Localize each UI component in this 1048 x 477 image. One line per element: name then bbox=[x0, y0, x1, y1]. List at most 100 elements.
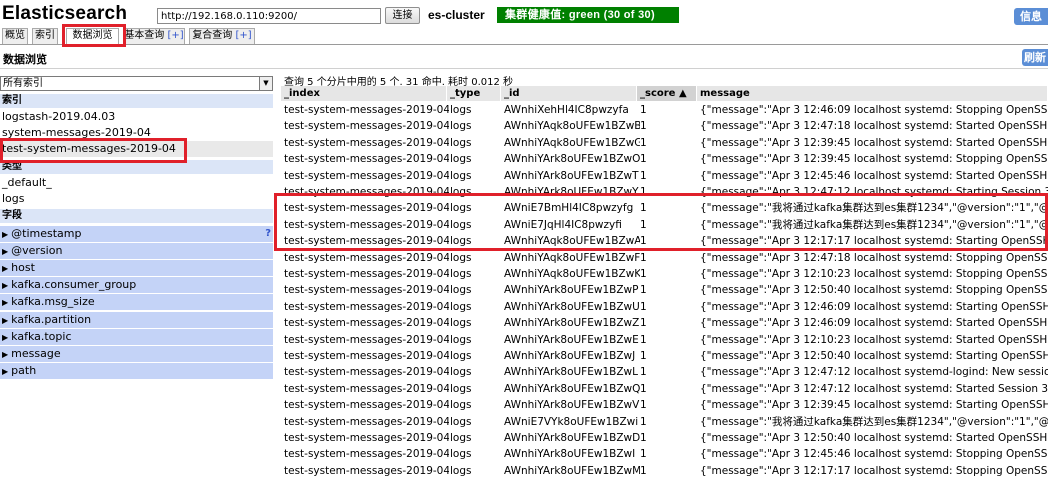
info-button[interactable]: 信息 bbox=[1014, 8, 1048, 25]
table-cell: AWnhiYAqk8oUFEw1BZwG bbox=[504, 136, 640, 149]
table-cell: logs bbox=[450, 136, 472, 149]
table-cell: test-system-messages-2019-04 bbox=[284, 448, 449, 461]
table-cell: 1 bbox=[640, 366, 647, 379]
table-row[interactable]: test-system-messages-2019-04 logs AWnhiYAr… bbox=[281, 381, 1048, 397]
table-cell: logs bbox=[450, 350, 472, 362]
table-cell: {"message":"Apr 3 12:46:09 localhost sys… bbox=[700, 300, 1048, 313]
table-row[interactable]: test-system-messages-2019-04 logs AWnhiYAr… bbox=[281, 364, 1048, 380]
table-cell: logs bbox=[450, 448, 472, 461]
table-cell: AWnhiYArk8oUFEw1BZwE bbox=[504, 333, 639, 346]
sidebar-index-item-selected[interactable]: test-system-messages-2019-04 bbox=[0, 141, 273, 157]
table-row[interactable]: test-system-messages-2019-04 logs AWnhiYAr… bbox=[281, 463, 1048, 477]
table-row[interactable]: test-system-messages-2019-04 logs AWnhiYAr… bbox=[281, 282, 1048, 298]
table-row[interactable]: test-system-messages-2019-04 logs AWniE7VY… bbox=[281, 414, 1048, 430]
sidebar-field-item[interactable]: ▶ host bbox=[0, 260, 273, 276]
app-title: Elasticsearch bbox=[2, 3, 128, 24]
table-row[interactable]: test-system-messages-2019-04 logs AWnhiYAr… bbox=[281, 151, 1048, 167]
table-cell: AWnhiYArk8oUFEw1BZwP bbox=[504, 284, 639, 297]
tab-indices[interactable]: 索引 bbox=[32, 28, 58, 44]
column-header-score[interactable]: _score ▲ bbox=[637, 86, 697, 101]
column-header-index[interactable]: _index bbox=[281, 86, 447, 101]
table-row[interactable]: test-system-messages-2019-04 logs AWnhiYAq… bbox=[281, 233, 1048, 249]
tab-overview[interactable]: 概览 bbox=[2, 28, 28, 44]
sidebar-field-item[interactable]: ▶ kafka.topic bbox=[0, 329, 273, 345]
table-cell: logs bbox=[450, 382, 472, 395]
table-cell: logs bbox=[450, 464, 472, 477]
table-cell: test-system-messages-2019-04 bbox=[284, 300, 449, 313]
table-row[interactable]: test-system-messages-2019-04 logs AWniE7Jq… bbox=[281, 217, 1048, 233]
types-section-label: 类型 bbox=[0, 160, 273, 174]
tab-basic-query[interactable]: 基本查询 [+] bbox=[123, 28, 185, 44]
table-row[interactable]: test-system-messages-2019-04 logs AWnhiYAr… bbox=[281, 315, 1048, 331]
tab-data-browser[interactable]: 数据浏览 bbox=[66, 28, 119, 45]
table-cell: {"message":"Apr 3 12:46:09 localhost sys… bbox=[700, 104, 1048, 116]
table-cell: {"message":"Apr 3 12:47:12 localhost sys… bbox=[700, 366, 1048, 379]
table-cell: 1 bbox=[640, 350, 647, 362]
sidebar-index-item[interactable]: logstash-2019.04.03 bbox=[0, 109, 273, 125]
table-cell: logs bbox=[450, 202, 472, 215]
table-row[interactable]: test-system-messages-2019-04 logs AWnhiXeh… bbox=[281, 102, 1048, 118]
column-header-message[interactable]: message bbox=[697, 86, 1048, 101]
table-cell: test-system-messages-2019-04 bbox=[284, 333, 449, 346]
table-cell: 1 bbox=[640, 153, 647, 166]
tab-compound-query[interactable]: 复合查询 [+] bbox=[189, 28, 255, 44]
table-row[interactable]: test-system-messages-2019-04 logs AWnhiYAr… bbox=[281, 168, 1048, 184]
table-row[interactable]: test-system-messages-2019-04 logs AWnhiYAr… bbox=[281, 348, 1048, 364]
table-cell: AWnhiYArk8oUFEw1BZwO bbox=[504, 153, 640, 166]
sidebar-field-item[interactable]: ▶ kafka.consumer_group bbox=[0, 277, 273, 293]
sidebar-type-item[interactable]: logs bbox=[0, 191, 273, 207]
table-cell: logs bbox=[450, 284, 472, 297]
sidebar-field-item[interactable]: ▶ kafka.msg_size bbox=[0, 294, 273, 310]
table-row[interactable]: test-system-messages-2019-04 logs AWnhiYAr… bbox=[281, 332, 1048, 348]
cluster-url-input[interactable] bbox=[157, 8, 381, 24]
table-cell: AWnhiYAqk8oUFEw1BZwF bbox=[504, 251, 640, 264]
connect-button[interactable]: 连接 bbox=[385, 7, 420, 24]
tab-compound-query-add[interactable]: [+] bbox=[236, 30, 252, 41]
index-select[interactable]: 所有索引 ▼ bbox=[0, 76, 273, 91]
table-cell: AWnhiYArk8oUFEw1BZwM bbox=[504, 464, 640, 477]
sidebar-field-item[interactable]: ▶ path bbox=[0, 363, 273, 379]
table-cell: test-system-messages-2019-04 bbox=[284, 136, 449, 149]
table-cell: {"message":"Apr 3 12:17:17 localhost sys… bbox=[700, 464, 1048, 477]
table-cell: test-system-messages-2019-04 bbox=[284, 202, 449, 215]
tab-basic-query-add[interactable]: [+] bbox=[168, 30, 184, 41]
table-row[interactable]: test-system-messages-2019-04 logs AWnhiYAr… bbox=[281, 430, 1048, 446]
table-cell: {"message":"我将通过kafka集群达到es集群1234","@ver… bbox=[700, 415, 1048, 428]
table-row[interactable]: test-system-messages-2019-04 logs AWnhiYAq… bbox=[281, 118, 1048, 134]
sidebar-field-item[interactable]: ▶ @timestamp? bbox=[0, 226, 273, 242]
table-cell: test-system-messages-2019-04 bbox=[284, 235, 449, 248]
table-cell: 1 bbox=[640, 120, 647, 133]
sidebar-index-item[interactable]: system-messages-2019-04 bbox=[0, 125, 273, 141]
table-row[interactable]: test-system-messages-2019-04 logs AWnhiYAr… bbox=[281, 397, 1048, 413]
column-header-type[interactable]: _type bbox=[447, 86, 501, 101]
table-row[interactable]: test-system-messages-2019-04 logs AWniE7Bm… bbox=[281, 200, 1048, 216]
table-cell: {"message":"Apr 3 12:39:45 localhost sys… bbox=[700, 153, 1048, 166]
table-row[interactable]: test-system-messages-2019-04 logs AWnhiYAq… bbox=[281, 266, 1048, 282]
table-cell: 1 bbox=[640, 300, 647, 313]
table-cell: {"message":"Apr 3 12:50:40 localhost sys… bbox=[700, 350, 1048, 362]
table-row[interactable]: test-system-messages-2019-04 logs AWnhiYAr… bbox=[281, 299, 1048, 315]
table-row[interactable]: test-system-messages-2019-04 logs AWnhiYAr… bbox=[281, 184, 1048, 200]
sidebar-field-item[interactable]: ▶ kafka.partition bbox=[0, 312, 273, 328]
table-cell: logs bbox=[450, 104, 472, 116]
table-cell: {"message":"Apr 3 12:50:40 localhost sys… bbox=[700, 432, 1048, 444]
table-cell: AWnhiYArk8oUFEw1BZwU bbox=[504, 300, 640, 313]
chevron-down-icon[interactable]: ▼ bbox=[259, 77, 272, 90]
table-row[interactable]: test-system-messages-2019-04 logs AWnhiYAq… bbox=[281, 250, 1048, 266]
table-cell: logs bbox=[450, 169, 472, 182]
sidebar-field-item[interactable]: ▶ message bbox=[0, 346, 273, 362]
help-icon[interactable]: ? bbox=[265, 226, 271, 242]
refresh-button[interactable]: 刷新 bbox=[1022, 49, 1048, 66]
sidebar-type-item[interactable]: _default_ bbox=[0, 175, 273, 191]
table-cell: 1 bbox=[640, 268, 647, 280]
results-table-body: test-system-messages-2019-04 logs AWnhiXeh… bbox=[281, 102, 1048, 477]
table-row[interactable]: test-system-messages-2019-04 logs AWnhiYAr… bbox=[281, 446, 1048, 462]
table-cell: AWnhiXehHl4IC8pwzyfa bbox=[504, 104, 629, 116]
table-cell: test-system-messages-2019-04 bbox=[284, 218, 449, 231]
table-cell: test-system-messages-2019-04 bbox=[284, 251, 449, 264]
table-cell: 1 bbox=[640, 169, 647, 182]
column-header-id[interactable]: _id bbox=[501, 86, 637, 101]
sidebar-field-item[interactable]: ▶ @version bbox=[0, 243, 273, 259]
table-row[interactable]: test-system-messages-2019-04 logs AWnhiYAq… bbox=[281, 135, 1048, 151]
table-cell: 1 bbox=[640, 415, 647, 428]
